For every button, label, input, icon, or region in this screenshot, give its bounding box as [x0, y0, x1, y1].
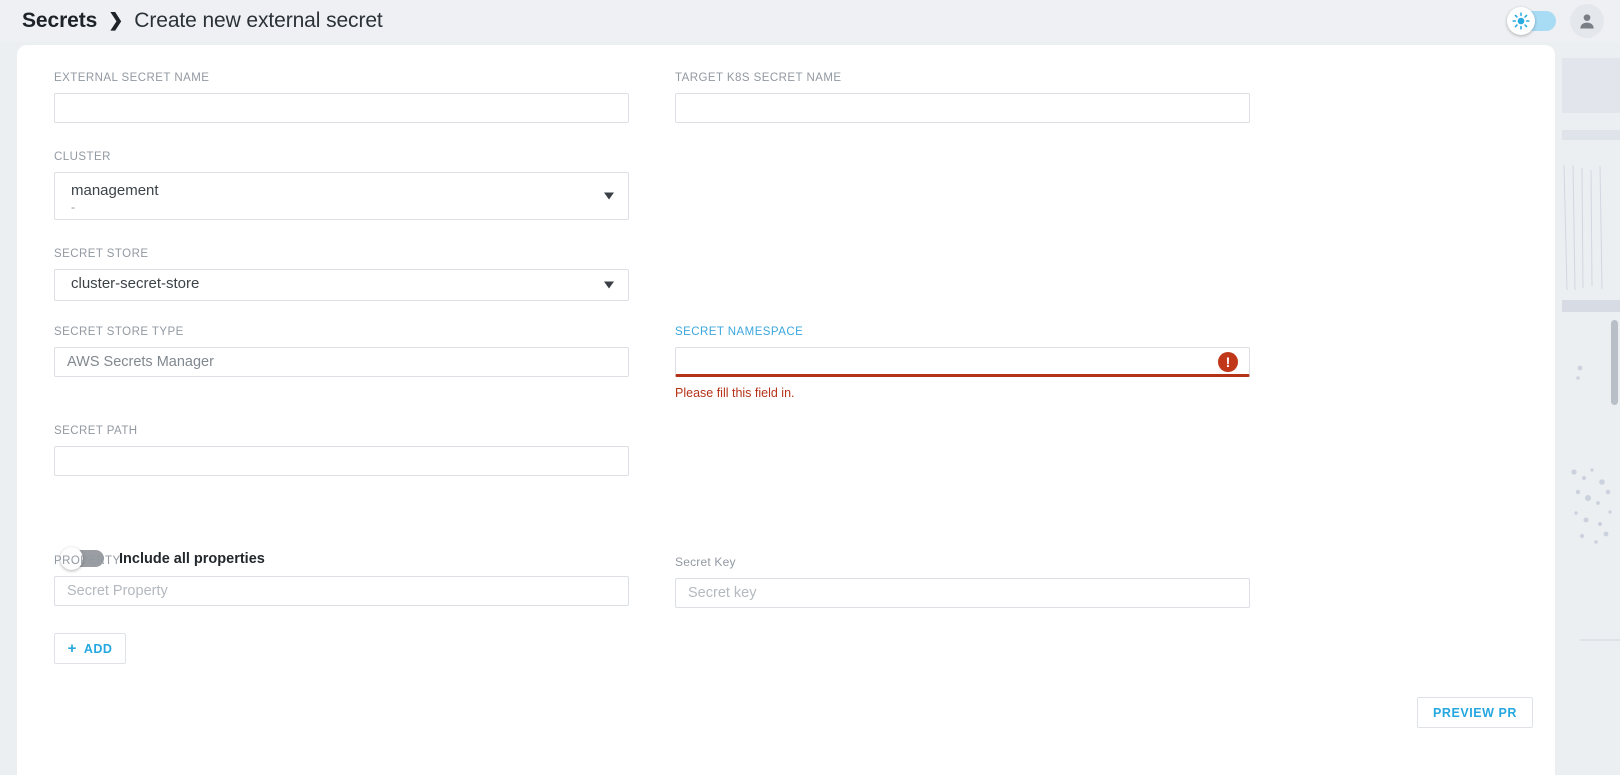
target-k8s-secret-name-label: TARGET K8s SECRET NAME	[675, 72, 842, 84]
secret-store-type-input	[54, 347, 629, 377]
secret-store-selected-value: cluster-secret-store	[71, 275, 200, 292]
field-target-k8s-secret-name: TARGET K8s SECRET NAME	[675, 72, 1250, 123]
secret-namespace-label: SECRET NAMESPACE	[675, 326, 804, 338]
breadcrumb: Secrets ❯ Create new external secret	[22, 9, 383, 33]
form-card: EXTERNAL SECRET NAME TARGET K8s SECRET N…	[17, 45, 1555, 775]
cluster-label: CLUSTER	[54, 151, 111, 163]
secret-store-label: SECRET STORE	[54, 248, 149, 260]
secret-store-type-label: SECRET STORE TYPE	[54, 326, 184, 338]
create-external-secret-form: EXTERNAL SECRET NAME TARGET K8s SECRET N…	[17, 45, 1555, 775]
cluster-selected-value: management	[71, 182, 159, 199]
breadcrumb-current: Create new external secret	[134, 9, 383, 32]
sun-icon	[1512, 12, 1530, 30]
top-header: Secrets ❯ Create new external secret	[0, 0, 1620, 42]
page-scrollbar-track[interactable]	[1609, 45, 1620, 775]
user-icon	[1580, 14, 1594, 29]
page-scrollbar-thumb[interactable]	[1611, 320, 1618, 405]
plus-icon: +	[67, 640, 77, 657]
secret-path-label: SECRET PATH	[54, 425, 138, 437]
chevron-down-icon	[604, 281, 614, 289]
property-label: PROPERTY	[54, 555, 121, 567]
field-secret-store: SECRET STORE cluster-secret-store	[54, 248, 629, 301]
target-k8s-secret-name-input[interactable]	[675, 93, 1250, 123]
cluster-selected-subvalue: -	[71, 200, 75, 215]
breadcrumb-root-link[interactable]: Secrets	[22, 9, 97, 33]
breadcrumb-separator-icon: ❯	[108, 10, 124, 30]
field-external-secret-name: EXTERNAL SECRET NAME	[54, 72, 629, 123]
external-secret-name-input[interactable]	[54, 93, 629, 123]
secret-namespace-input[interactable]	[675, 347, 1250, 377]
secret-key-input[interactable]	[675, 578, 1250, 608]
theme-toggle-knob	[1507, 7, 1535, 35]
secret-namespace-input-wrap: !	[675, 347, 1250, 377]
exclamation-icon: !	[1218, 352, 1238, 372]
secret-path-input[interactable]	[54, 446, 629, 476]
add-button-label: ADD	[83, 641, 113, 656]
secret-key-label: Secret Key	[675, 555, 736, 569]
theme-mode-toggle[interactable]	[1507, 7, 1556, 35]
chevron-down-icon	[604, 192, 614, 200]
field-secret-store-type: SECRET STORE TYPE	[54, 326, 629, 377]
header-actions	[1507, 4, 1604, 38]
field-cluster: CLUSTER management -	[54, 151, 629, 220]
avatar[interactable]	[1570, 4, 1604, 38]
field-property: PROPERTY	[54, 555, 629, 606]
secret-namespace-error-message: Please fill this field in.	[675, 386, 795, 400]
secret-store-select[interactable]: cluster-secret-store	[54, 269, 629, 301]
field-secret-key: Secret Key	[675, 555, 1250, 608]
external-secret-name-label: EXTERNAL SECRET NAME	[54, 72, 210, 84]
property-input[interactable]	[54, 576, 629, 606]
add-property-button[interactable]: + ADD	[54, 633, 126, 664]
field-secret-namespace: SECRET NAMESPACE ! Please fill this fiel…	[675, 326, 1250, 400]
preview-pr-button[interactable]: PREVIEW PR	[1417, 697, 1533, 728]
cluster-select[interactable]: management -	[54, 172, 629, 220]
field-secret-path: SECRET PATH	[54, 425, 629, 476]
